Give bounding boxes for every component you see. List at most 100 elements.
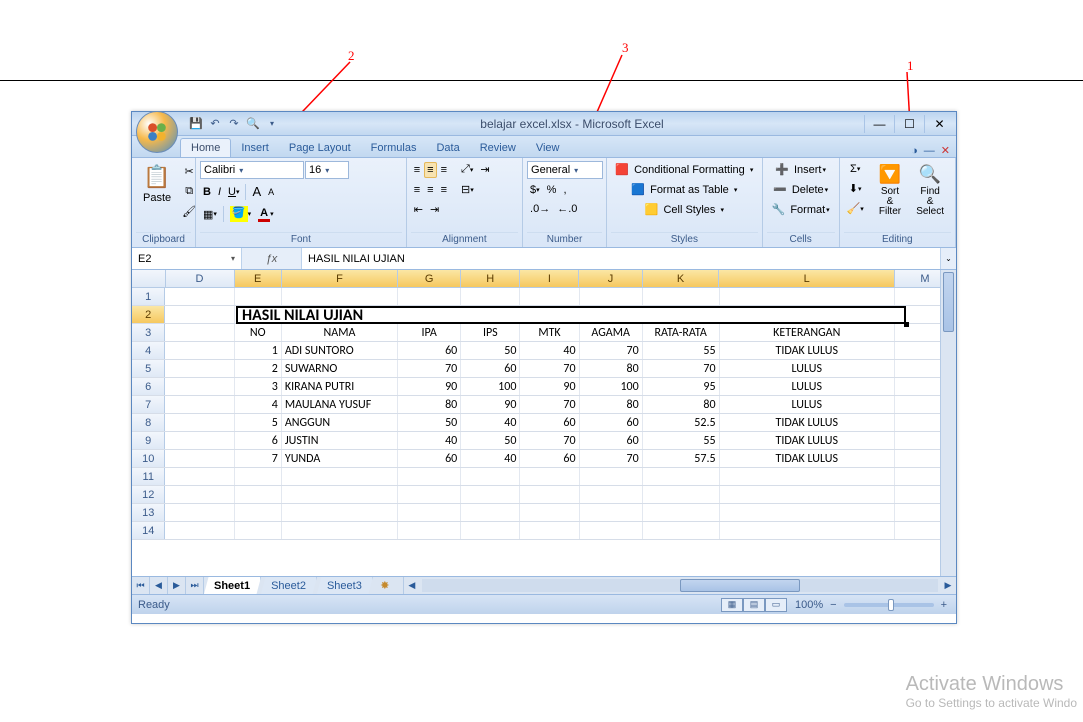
cell[interactable]: 40 [520, 342, 579, 359]
qat-customize[interactable]: ▾ [264, 116, 280, 132]
cell[interactable] [461, 306, 520, 323]
cell[interactable]: 40 [398, 432, 461, 449]
cell[interactable] [165, 288, 234, 305]
tab-home[interactable]: Home [180, 138, 231, 157]
cell[interactable] [165, 396, 234, 413]
tab-page-layout[interactable]: Page Layout [279, 139, 361, 157]
cell[interactable]: 60 [520, 414, 579, 431]
cell[interactable]: IPA [398, 324, 461, 341]
align-top[interactable]: ≡ [411, 162, 423, 178]
cell[interactable] [165, 450, 234, 467]
cell[interactable]: TIDAK LULUS [720, 414, 895, 431]
cell[interactable]: 57.5 [643, 450, 720, 467]
cell[interactable] [165, 378, 234, 395]
fill-color-button[interactable]: 🪣▾ [227, 204, 254, 224]
cell[interactable]: 40 [461, 414, 520, 431]
cell[interactable] [165, 414, 234, 431]
col-header[interactable]: D [166, 270, 235, 287]
cell[interactable] [165, 342, 234, 359]
cell[interactable]: 55 [643, 432, 720, 449]
zoom-in[interactable]: + [938, 597, 950, 613]
cell[interactable] [165, 486, 234, 503]
format-cells[interactable]: 🔧 Format▾ [767, 201, 835, 218]
cell[interactable] [461, 288, 520, 305]
cell[interactable] [165, 522, 234, 539]
cell[interactable] [580, 468, 643, 485]
merge-center[interactable]: ⊟▾ [458, 181, 477, 198]
cell[interactable]: 50 [461, 342, 520, 359]
cell[interactable] [461, 486, 520, 503]
number-format-combo[interactable]: General▾ [527, 161, 603, 179]
cell[interactable]: 4 [235, 396, 282, 413]
cell[interactable]: 60 [398, 342, 461, 359]
percent[interactable]: % [544, 182, 560, 198]
cell[interactable]: 7 [235, 450, 282, 467]
cell[interactable] [165, 432, 234, 449]
indent-decrease[interactable]: ⇤ [411, 201, 426, 218]
border-button[interactable]: ▦▾ [200, 206, 220, 223]
cell[interactable] [720, 468, 895, 485]
paste-button[interactable]: 📋 Paste [136, 161, 178, 207]
cell[interactable]: 6 [235, 432, 282, 449]
sheet-nav-next[interactable]: ▶ [168, 577, 186, 594]
col-header[interactable]: H [461, 270, 520, 287]
cell[interactable] [520, 306, 579, 323]
fill[interactable]: ⬇▾ [844, 180, 867, 197]
cell[interactable] [282, 504, 398, 521]
col-header[interactable]: G [398, 270, 461, 287]
underline-button[interactable]: U▾ [225, 184, 242, 200]
row-header[interactable]: 10 [132, 450, 165, 467]
cell[interactable]: 80 [580, 396, 643, 413]
cell[interactable] [720, 486, 895, 503]
cell[interactable] [165, 468, 234, 485]
cell[interactable]: 80 [643, 396, 720, 413]
row-header[interactable]: 3 [132, 324, 165, 341]
indent-increase[interactable]: ⇥ [427, 201, 442, 218]
cell[interactable]: 3 [235, 378, 282, 395]
cell[interactable]: MTK [520, 324, 579, 341]
cell[interactable]: 50 [398, 414, 461, 431]
cell[interactable]: 80 [580, 360, 643, 377]
mdi-close[interactable]: ✕ [941, 144, 950, 157]
row-header[interactable]: 5 [132, 360, 165, 377]
cell[interactable] [282, 288, 398, 305]
cell[interactable] [461, 504, 520, 521]
qat-redo[interactable]: ↷ [226, 116, 242, 132]
cell[interactable] [235, 504, 282, 521]
align-center[interactable]: ≡ [424, 182, 436, 198]
decrease-decimal[interactable]: ←.0 [554, 201, 580, 217]
italic-button[interactable]: I [215, 184, 224, 200]
cell[interactable]: 70 [520, 360, 579, 377]
maximize-button[interactable]: ☐ [894, 115, 924, 133]
cell[interactable] [165, 504, 234, 521]
cell[interactable]: 70 [580, 450, 643, 467]
increase-decimal[interactable]: .0→ [527, 201, 553, 217]
cell[interactable]: 70 [643, 360, 720, 377]
cell[interactable]: 60 [461, 360, 520, 377]
name-box[interactable]: E2▾ [132, 248, 242, 269]
cell[interactable]: 60 [580, 414, 643, 431]
cell[interactable]: LULUS [720, 378, 895, 395]
zoom-level[interactable]: 100% [795, 599, 823, 611]
cell[interactable]: KIRANA PUTRI [282, 378, 398, 395]
col-header[interactable]: K [643, 270, 720, 287]
row-header[interactable]: 7 [132, 396, 165, 413]
cell[interactable] [520, 288, 579, 305]
cell[interactable]: LULUS [720, 360, 895, 377]
cell[interactable]: 55 [643, 342, 720, 359]
cell[interactable] [235, 522, 282, 539]
col-header[interactable]: L [719, 270, 894, 287]
grow-font-button[interactable]: A [249, 182, 264, 201]
cell[interactable]: AGAMA [580, 324, 643, 341]
sort-filter[interactable]: 🔽 Sort & Filter [872, 161, 908, 220]
cell[interactable]: 70 [520, 396, 579, 413]
cell[interactable] [643, 288, 720, 305]
sheet-nav-first[interactable]: ⏮ [132, 577, 150, 594]
cell[interactable] [165, 306, 234, 323]
cell[interactable]: 2 [235, 360, 282, 377]
cell[interactable] [720, 306, 895, 323]
cell[interactable]: 90 [520, 378, 579, 395]
col-header[interactable]: J [579, 270, 642, 287]
delete-cells[interactable]: ➖ Delete▾ [767, 181, 835, 198]
align-bottom[interactable]: ≡ [438, 162, 450, 178]
